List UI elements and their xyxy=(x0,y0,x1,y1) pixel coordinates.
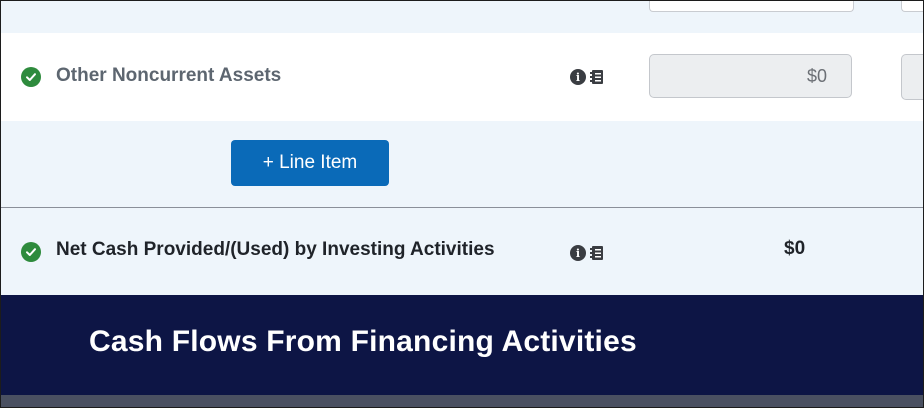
previous-row-partial xyxy=(1,1,923,33)
row-icons: i xyxy=(570,245,604,261)
info-icon[interactable]: i xyxy=(570,245,586,261)
section-header: Cash Flows From Financing Activities xyxy=(1,295,923,395)
add-line-item-button[interactable]: + Line Item xyxy=(231,140,389,186)
financial-form-panel: Other Noncurrent Assets i $0 + Line Item… xyxy=(0,0,924,408)
amount-input[interactable]: $0 xyxy=(649,54,852,98)
section-title: Cash Flows From Financing Activities xyxy=(89,325,637,358)
row-net-cash-investing: Net Cash Provided/(Used) by Investing Ac… xyxy=(1,208,923,295)
row-label: Other Noncurrent Assets xyxy=(56,65,282,86)
row-other-noncurrent-assets: Other Noncurrent Assets i $0 xyxy=(1,33,923,121)
check-circle-icon xyxy=(21,242,41,262)
next-section-bar xyxy=(1,395,923,407)
row-label: Net Cash Provided/(Used) by Investing Ac… xyxy=(56,239,495,260)
info-icon[interactable]: i xyxy=(570,69,586,85)
previous-amount-input-next[interactable] xyxy=(901,1,923,12)
previous-amount-input[interactable] xyxy=(649,1,854,12)
notes-icon[interactable] xyxy=(590,245,604,261)
amount-input-next-column[interactable] xyxy=(901,54,923,100)
notes-icon[interactable] xyxy=(590,69,604,85)
row-add-line-item: + Line Item xyxy=(1,121,923,208)
check-circle-icon xyxy=(21,67,41,87)
net-amount-value: $0 xyxy=(784,238,806,259)
row-icons: i xyxy=(570,69,604,85)
